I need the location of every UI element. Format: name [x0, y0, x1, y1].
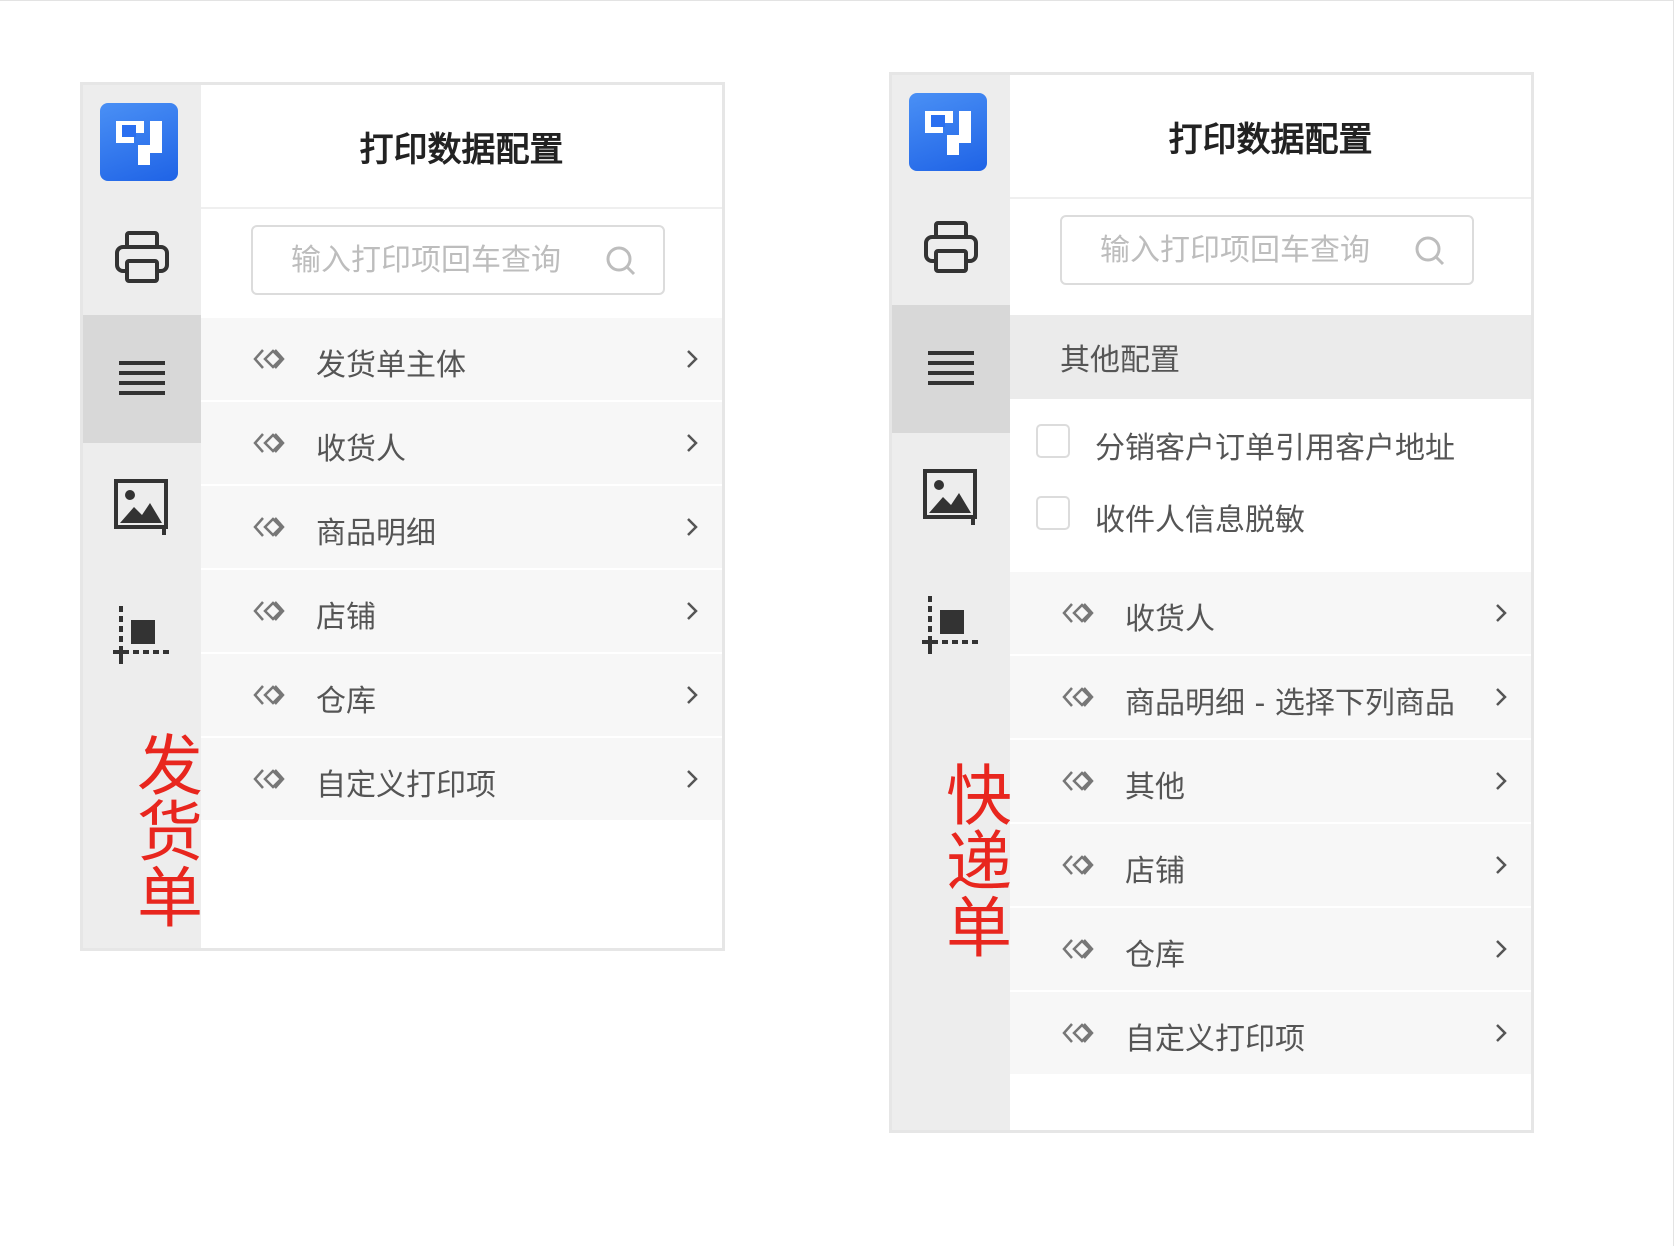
menu-item[interactable]: 店铺	[201, 570, 722, 652]
link-icon	[253, 433, 285, 453]
printer-icon	[115, 231, 169, 283]
rail-crop-button[interactable]	[83, 571, 201, 699]
link-icon	[1062, 771, 1094, 791]
chevron-right-icon	[687, 350, 698, 368]
chevron-right-icon	[1496, 604, 1507, 622]
sidebar-rail: 发货单	[83, 85, 203, 948]
menu-item[interactable]: 仓库	[1010, 908, 1531, 990]
rail-list-button[interactable]	[83, 315, 201, 443]
menu-item[interactable]: 自定义打印项	[201, 738, 722, 820]
rail-list-button[interactable]	[892, 305, 1010, 433]
rail-image-button[interactable]	[892, 433, 1010, 561]
list-icon	[119, 361, 165, 395]
chevron-right-icon	[1496, 856, 1507, 874]
panel-title: 打印数据配置	[1010, 75, 1531, 199]
rail-label: 快递单	[935, 761, 1012, 959]
crop-icon	[922, 596, 980, 654]
menu-item[interactable]: 商品明细	[201, 486, 722, 568]
menu-item[interactable]: 收货人	[201, 402, 722, 484]
checkbox-label: 分销客户订单引用客户地址	[1095, 431, 1455, 466]
config-content: 打印数据配置 发货单主体 收货人 商品明细 店铺	[201, 85, 722, 948]
menu-item-label: 收货人	[1125, 602, 1215, 637]
link-icon	[1062, 855, 1094, 875]
menu-item-label: 收货人	[316, 432, 406, 467]
chevron-right-icon	[687, 602, 698, 620]
menu-item[interactable]: 发货单主体	[201, 318, 722, 400]
rail-image-button[interactable]	[83, 443, 201, 571]
menu-item-label: 其他	[1125, 770, 1185, 805]
chevron-right-icon	[1496, 1024, 1507, 1042]
search-icon[interactable]	[1414, 235, 1446, 267]
menu-item-label: 自定义打印项	[1125, 1022, 1305, 1057]
checkbox-label: 收件人信息脱敏	[1095, 503, 1305, 538]
menu-item-label: 发货单主体	[316, 348, 466, 383]
list-icon	[928, 351, 974, 385]
link-icon	[253, 517, 285, 537]
menu-item-label: 自定义打印项	[316, 768, 496, 803]
sidebar-rail: 快递单	[892, 75, 1012, 1130]
rail-print-button[interactable]	[892, 183, 1010, 311]
menu-item[interactable]: 商品明细 - 选择下列商品	[1010, 656, 1531, 738]
printer-icon	[924, 221, 978, 273]
menu-item[interactable]: 仓库	[201, 654, 722, 736]
checkbox-row[interactable]: 分销客户订单引用客户地址	[1010, 413, 1531, 475]
print-config-panel-express: 快递单 打印数据配置 其他配置 分销客户订单引用客户地址 收件人信息脱敏 收货人	[889, 72, 1534, 1133]
section-header-label: 其他配置	[1060, 343, 1180, 378]
rail-crop-button[interactable]	[892, 561, 1010, 689]
rail-label: 发货单	[126, 731, 203, 929]
menu-item-label: 商品明细 - 选择下列商品	[1125, 686, 1455, 721]
menu-item[interactable]: 店铺	[1010, 824, 1531, 906]
search-input[interactable]	[1100, 232, 1440, 268]
app-logo-icon[interactable]	[100, 103, 178, 181]
config-content: 打印数据配置 其他配置 分销客户订单引用客户地址 收件人信息脱敏 收货人 商	[1010, 75, 1531, 1130]
rail-print-button[interactable]	[83, 193, 201, 321]
crop-icon	[113, 606, 171, 664]
menu-item-label: 仓库	[1125, 938, 1185, 973]
image-icon	[923, 469, 977, 525]
chevron-right-icon	[687, 686, 698, 704]
menu-item-label: 商品明细	[316, 516, 436, 551]
app-logo-icon[interactable]	[909, 93, 987, 171]
link-icon	[1062, 1023, 1094, 1043]
chevron-right-icon	[1496, 940, 1507, 958]
link-icon	[1062, 687, 1094, 707]
image-icon	[114, 479, 168, 535]
section-header-other-config[interactable]: 其他配置	[1010, 315, 1531, 399]
chevron-right-icon	[687, 770, 698, 788]
checkbox[interactable]	[1036, 424, 1070, 458]
menu-item[interactable]: 收货人	[1010, 572, 1531, 654]
link-icon	[253, 685, 285, 705]
link-icon	[1062, 603, 1094, 623]
search-input[interactable]	[291, 242, 631, 278]
chevron-right-icon	[1496, 772, 1507, 790]
menu-item[interactable]: 自定义打印项	[1010, 992, 1531, 1074]
link-icon	[253, 769, 285, 789]
link-icon	[1062, 939, 1094, 959]
menu-item[interactable]: 其他	[1010, 740, 1531, 822]
link-icon	[253, 349, 285, 369]
menu-item-label: 店铺	[316, 600, 376, 635]
checkbox[interactable]	[1036, 496, 1070, 530]
link-icon	[253, 601, 285, 621]
chevron-right-icon	[687, 434, 698, 452]
panel-title: 打印数据配置	[201, 85, 722, 209]
search-box[interactable]	[251, 225, 665, 295]
menu-item-label: 仓库	[316, 684, 376, 719]
chevron-right-icon	[687, 518, 698, 536]
search-box[interactable]	[1060, 215, 1474, 285]
print-config-panel-delivery: 发货单 打印数据配置 发货单主体 收货人 商品明细 店铺	[80, 82, 725, 951]
search-icon[interactable]	[605, 245, 637, 277]
checkbox-row[interactable]: 收件人信息脱敏	[1010, 485, 1531, 547]
menu-item-label: 店铺	[1125, 854, 1185, 889]
chevron-right-icon	[1496, 688, 1507, 706]
